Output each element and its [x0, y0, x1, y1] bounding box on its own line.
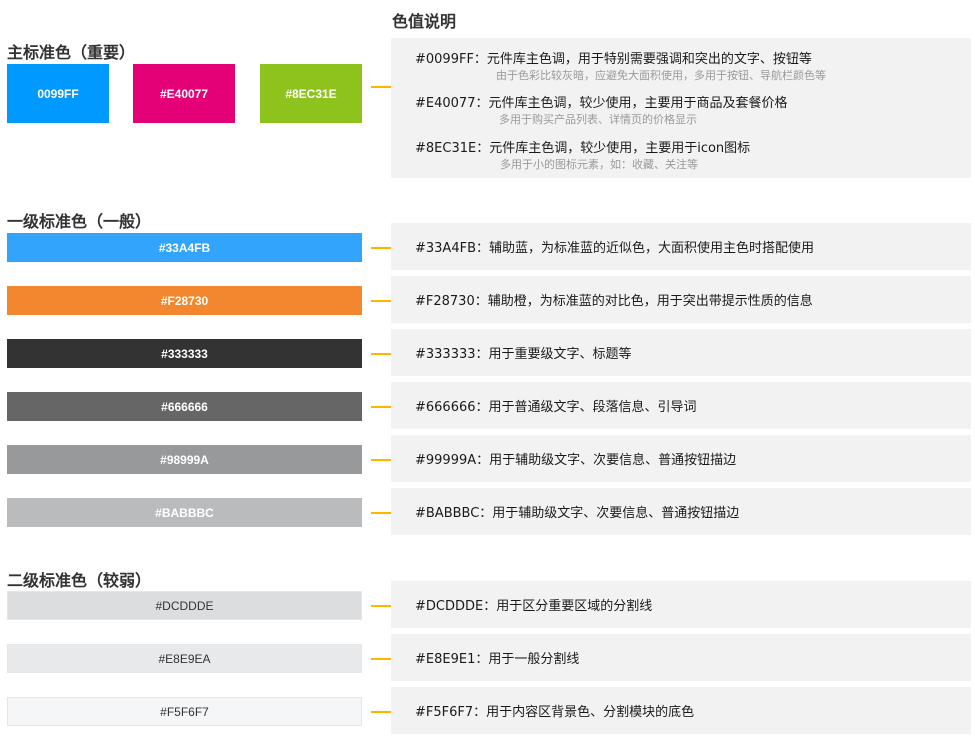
secondary-swatch-4: #666666 — [7, 392, 362, 421]
swatch-label: #F5F6F7 — [160, 704, 209, 719]
secondary-swatch-3: #333333 — [7, 339, 362, 368]
tertiary-description-panel: #F5F6F7：用于内容区背景色、分割模块的底色 — [391, 687, 971, 734]
swatch-label: #E8E9EA — [158, 651, 211, 666]
primary-swatch-1: 0099FF — [7, 64, 109, 123]
secondary-description-panel: #333333：用于重要级文字、标题等 — [391, 329, 971, 376]
description-text: #E40077：元件库主色调，较少使用，主要用于商品及套餐价格 — [415, 96, 788, 111]
description-text: #99999A：用于辅助级文字、次要信息、普通按钮描边 — [415, 453, 737, 468]
swatch-label: #98999A — [160, 452, 209, 467]
secondary-description-panel: #33A4FB：辅助蓝，为标准蓝的近似色，大面积使用主色时搭配使用 — [391, 223, 971, 270]
secondary-swatch-6: #BABBBC — [7, 498, 362, 527]
description-text: #E8E9E1：用于一般分割线 — [415, 652, 580, 667]
secondary-swatch-2: #F28730 — [7, 286, 362, 315]
description-subtext: 多用于购买产品列表、详情页的价格显示 — [499, 113, 697, 126]
primary-description-panel: #0099FF：元件库主色调，用于特别需要强调和突出的文字、按钮等 由于色彩比较… — [391, 38, 971, 178]
page-heading: 色值说明 — [392, 12, 457, 31]
primary-swatch-2: #E40077 — [133, 64, 235, 123]
description-subtext: 由于色彩比较灰暗，应避免大面积使用，多用于按钮、导航栏颜色等 — [496, 69, 826, 82]
secondary-description-panel: #99999A：用于辅助级文字、次要信息、普通按钮描边 — [391, 435, 971, 482]
primary-swatch-3: #8EC31E — [260, 64, 362, 123]
tertiary-swatch-2: #E8E9EA — [7, 644, 362, 673]
secondary-description-panel: #BABBBC：用于辅助级文字、次要信息、普通按钮描边 — [391, 488, 971, 535]
swatch-label: #33A4FB — [158, 240, 211, 255]
swatch-label: #BABBBC — [155, 505, 214, 520]
swatch-label: 0099FF — [37, 86, 79, 101]
tertiary-section-title: 二级标准色（较弱） — [7, 571, 152, 590]
description-text: #666666：用于普通级文字、段落信息、引导词 — [415, 400, 697, 415]
description-text: #BABBBC：用于辅助级文字、次要信息、普通按钮描边 — [415, 506, 740, 521]
swatch-label: #E40077 — [159, 86, 209, 101]
swatch-label: #F28730 — [160, 293, 209, 308]
description-text: #333333：用于重要级文字、标题等 — [415, 347, 632, 362]
swatch-label: #8EC31E — [285, 86, 337, 101]
description-text: #DCDDDE：用于区分重要区域的分割线 — [415, 599, 653, 614]
tertiary-description-panel: #DCDDDE：用于区分重要区域的分割线 — [391, 581, 971, 628]
description-text: #0099FF：元件库主色调，用于特别需要强调和突出的文字、按钮等 — [415, 52, 812, 67]
secondary-swatch-5: #98999A — [7, 445, 362, 474]
swatch-label: #666666 — [161, 399, 208, 414]
description-text: #8EC31E：元件库主色调，较少使用，主要用于icon图标 — [415, 141, 751, 156]
secondary-swatch-1: #33A4FB — [7, 233, 362, 262]
description-text: #F28730：辅助橙，为标准蓝的对比色，用于突出带提示性质的信息 — [415, 294, 813, 309]
description-text: #F5F6F7：用于内容区背景色、分割模块的底色 — [415, 705, 695, 720]
description-subtext: 多用于小的图标元素，如：收藏、关注等 — [500, 158, 698, 171]
primary-section-title: 主标准色（重要） — [7, 43, 136, 62]
secondary-description-panel: #F28730：辅助橙，为标准蓝的对比色，用于突出带提示性质的信息 — [391, 276, 971, 323]
description-text: #33A4FB：辅助蓝，为标准蓝的近似色，大面积使用主色时搭配使用 — [415, 241, 814, 256]
tertiary-swatch-1: #DCDDDE — [7, 591, 362, 620]
tertiary-description-panel: #E8E9E1：用于一般分割线 — [391, 634, 971, 681]
secondary-description-panel: #666666：用于普通级文字、段落信息、引导词 — [391, 382, 971, 429]
tertiary-swatch-3: #F5F6F7 — [7, 697, 362, 726]
swatch-label: #DCDDDE — [155, 598, 214, 613]
secondary-section-title: 一级标准色（一般） — [7, 212, 152, 231]
swatch-label: #333333 — [161, 346, 208, 361]
